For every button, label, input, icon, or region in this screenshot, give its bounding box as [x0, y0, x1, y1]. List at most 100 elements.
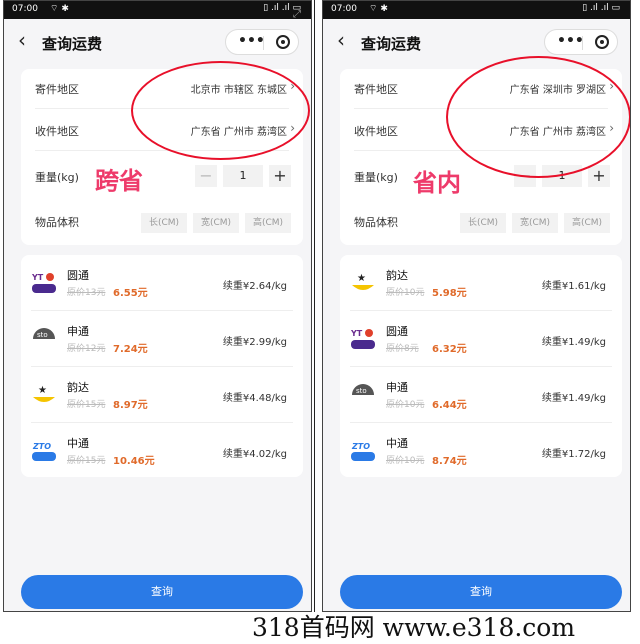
wifi-bluetooth-icons: ⌔ ✱	[50, 4, 69, 14]
length-input[interactable]: 长(CM)	[141, 213, 187, 233]
volume-row: 物品体积 长(CM) 宽(CM) 高(CM)	[21, 202, 303, 242]
sto-logo-icon: sto	[33, 328, 55, 349]
courier-list: ★ 韵达 原价10元 5.98元 续重¥1.61/kg YT 圆通 原价8元 6…	[340, 255, 622, 477]
discount-price: 5.98元	[432, 288, 467, 299]
target-icon[interactable]	[276, 35, 290, 49]
svg-text:YT: YT	[350, 329, 363, 338]
original-price: 原价8元	[386, 344, 419, 354]
courier-item[interactable]: sto 申通 原价12元 7.24元 续重¥2.99/kg	[21, 311, 303, 367]
weight-input[interactable]: 1	[223, 165, 263, 187]
red-highlight-circle	[131, 61, 310, 160]
discount-price: 8.97元	[113, 400, 148, 411]
original-price: 原价15元	[67, 456, 106, 466]
sender-label: 寄件地区	[35, 83, 79, 96]
courier-item[interactable]: ZTO 中通 原价15元 10.46元 续重¥4.02/kg	[21, 423, 303, 479]
courier-item[interactable]: sto 申通 原价10元 6.44元 续重¥1.49/kg	[340, 367, 622, 423]
width-input[interactable]: 宽(CM)	[193, 213, 239, 233]
query-button[interactable]: 查询	[21, 575, 303, 609]
courier-list: YT 圆通 原价13元 6.55元 续重¥2.64/kg sto 申通 原价12…	[21, 255, 303, 477]
courier-name: 圆通	[386, 325, 408, 338]
courier-name: 中通	[67, 437, 89, 450]
status-time: 07:00	[12, 4, 38, 14]
screen-divider	[314, 0, 315, 612]
receiver-label: 收件地区	[354, 125, 398, 138]
minus-button[interactable]: −	[195, 165, 217, 187]
dimension-inputs: 长(CM) 宽(CM) 高(CM)	[454, 210, 610, 233]
svg-text:sto: sto	[37, 331, 48, 339]
courier-item[interactable]: ZTO 中通 原价10元 8.74元 续重¥1.72/kg	[340, 423, 622, 479]
page-title: 查询运费	[361, 35, 422, 53]
height-input[interactable]: 高(CM)	[245, 213, 291, 233]
original-price: 原价13元	[67, 288, 106, 298]
capsule-divider	[582, 36, 583, 50]
more-dots-icon[interactable]: •••	[557, 33, 584, 49]
query-button[interactable]: 查询	[340, 575, 622, 609]
width-input[interactable]: 宽(CM)	[512, 213, 558, 233]
sender-label: 寄件地区	[354, 83, 398, 96]
receiver-label: 收件地区	[35, 125, 79, 138]
svg-text:ZTO: ZTO	[32, 442, 51, 451]
weight-row: 重量(kg) − 1 +	[21, 157, 303, 197]
continued-weight-price: 续重¥1.61/kg	[541, 281, 606, 292]
yto-logo-icon: YT	[350, 329, 375, 349]
courier-item[interactable]: ★ 韵达 原价15元 8.97元 续重¥4.48/kg	[21, 367, 303, 423]
svg-text:★: ★	[357, 273, 366, 284]
weight-label: 重量(kg)	[354, 171, 398, 184]
mini-program-capsule: •••	[225, 29, 299, 55]
courier-item[interactable]: YT 圆通 原价13元 6.55元 续重¥2.64/kg	[21, 255, 303, 311]
wifi-bluetooth-icons: ⌔ ✱	[369, 4, 388, 14]
plus-button[interactable]: +	[269, 165, 291, 187]
courier-name: 韵达	[67, 381, 89, 394]
courier-name: 韵达	[386, 269, 408, 282]
yunda-logo-icon: ★	[352, 273, 374, 290]
svg-text:YT: YT	[31, 273, 44, 282]
continued-weight-price: 续重¥4.02/kg	[222, 449, 287, 460]
volume-label: 物品体积	[354, 216, 398, 229]
continued-weight-price: 续重¥2.99/kg	[222, 337, 287, 348]
original-price: 原价10元	[386, 288, 425, 298]
height-input[interactable]: 高(CM)	[564, 213, 610, 233]
target-icon[interactable]	[595, 35, 609, 49]
courier-item[interactable]: ★ 韵达 原价10元 5.98元 续重¥1.61/kg	[340, 255, 622, 311]
phone-screen-interprovincial: 07:00 ⌔ ✱ ▯ .ıl .ıl ▭ ‹ 查询运费 ••• ⤢ 寄件地区 …	[3, 0, 312, 612]
original-price: 原价15元	[67, 400, 106, 410]
mini-program-capsule: •••	[544, 29, 618, 55]
discount-price: 6.44元	[432, 400, 467, 411]
status-bar: 07:00 ⌔ ✱ ▯ .ıl .ıl ▭	[323, 1, 630, 19]
annotation-text: 跨省	[95, 167, 143, 195]
continued-weight-price: 续重¥2.64/kg	[222, 281, 287, 292]
annotation-text: 省内	[413, 169, 461, 197]
svg-text:sto: sto	[356, 387, 367, 395]
zto-logo-icon: ZTO	[32, 442, 56, 461]
dimension-inputs: 长(CM) 宽(CM) 高(CM)	[135, 210, 291, 233]
capsule-divider	[263, 36, 264, 50]
discount-price: 10.46元	[113, 456, 155, 467]
status-bar: 07:00 ⌔ ✱ ▯ .ıl .ıl ▭	[4, 1, 311, 19]
nav-bar: ‹ 查询运费 •••	[323, 19, 630, 65]
continued-weight-price: 续重¥1.72/kg	[541, 449, 606, 460]
back-chevron-icon[interactable]: ‹	[337, 30, 345, 50]
signal-battery-icons: ▯ .ıl .ıl ▭	[582, 3, 620, 13]
continued-weight-price: 续重¥1.49/kg	[541, 337, 606, 348]
plus-button[interactable]: +	[588, 165, 610, 187]
back-chevron-icon[interactable]: ‹	[18, 30, 26, 50]
courier-name: 圆通	[67, 269, 89, 282]
discount-price: 8.74元	[432, 456, 467, 467]
continued-weight-price: 续重¥1.49/kg	[541, 393, 606, 404]
original-price: 原价12元	[67, 344, 106, 354]
length-input[interactable]: 长(CM)	[460, 213, 506, 233]
original-price: 原价10元	[386, 400, 425, 410]
svg-text:ZTO: ZTO	[351, 442, 370, 451]
weight-stepper: − 1 +	[195, 165, 291, 187]
yto-logo-icon: YT	[31, 273, 56, 293]
phone-screen-intraprovincial: 07:00 ⌔ ✱ ▯ .ıl .ıl ▭ ‹ 查询运费 ••• 寄件地区 广东…	[322, 0, 631, 612]
status-time: 07:00	[331, 4, 357, 14]
page-title: 查询运费	[42, 35, 103, 53]
volume-label: 物品体积	[35, 216, 79, 229]
sto-logo-icon: sto	[352, 384, 374, 405]
more-dots-icon[interactable]: •••	[238, 33, 265, 49]
original-price: 原价10元	[386, 456, 425, 466]
volume-row: 物品体积 长(CM) 宽(CM) 高(CM)	[340, 202, 622, 242]
zto-logo-icon: ZTO	[351, 442, 375, 461]
courier-item[interactable]: YT 圆通 原价8元 6.32元 续重¥1.49/kg	[340, 311, 622, 367]
